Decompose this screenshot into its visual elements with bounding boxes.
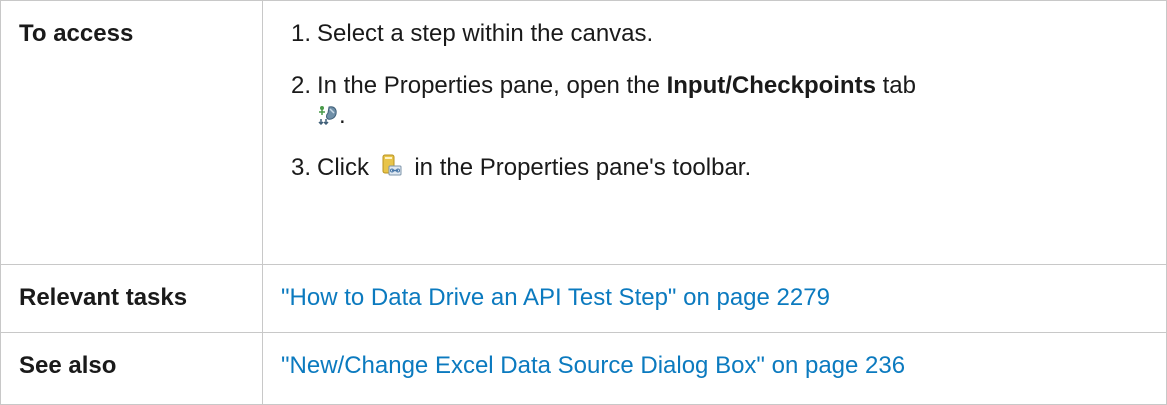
step-text: In the Properties pane, open the Input/C… <box>317 72 916 129</box>
relevant-task-link[interactable]: "How to Data Drive an API Test Step" on … <box>281 284 830 311</box>
table-row-see-also: See also "New/Change Excel Data Source D… <box>0 332 1167 405</box>
data-source-link-icon <box>380 153 402 179</box>
step-text: Click in the Properties pane's toolbar. <box>317 153 752 181</box>
to-access-label: To access <box>0 0 263 265</box>
list-item: 3. Click in the Properties pane's toolba… <box>281 153 1166 183</box>
see-also-label: See also <box>0 332 263 405</box>
table-row-relevant-tasks: Relevant tasks "How to Data Drive an API… <box>0 264 1167 333</box>
step-text: Select a step within the canvas. <box>317 20 654 47</box>
table-row-to-access: To access 1. Select a step within the ca… <box>0 0 1167 265</box>
access-steps-list: 1. Select a step within the canvas. 2. I… <box>281 19 1166 183</box>
tab-name: Input/Checkpoints <box>666 72 876 99</box>
step-number: 2. <box>291 72 312 99</box>
see-also-link[interactable]: "New/Change Excel Data Source Dialog Box… <box>281 352 905 379</box>
to-access-steps-cell: 1. Select a step within the canvas. 2. I… <box>262 0 1167 265</box>
input-checkpoints-icon <box>317 103 339 126</box>
step-number: 1. <box>291 20 312 47</box>
step-number: 3. <box>291 154 312 181</box>
info-table: To access 1. Select a step within the ca… <box>0 0 1167 405</box>
relevant-tasks-label: Relevant tasks <box>0 264 263 333</box>
list-item: 1. Select a step within the canvas. <box>281 19 1166 49</box>
list-item: 2. In the Properties pane, open the Inpu… <box>281 71 1166 131</box>
